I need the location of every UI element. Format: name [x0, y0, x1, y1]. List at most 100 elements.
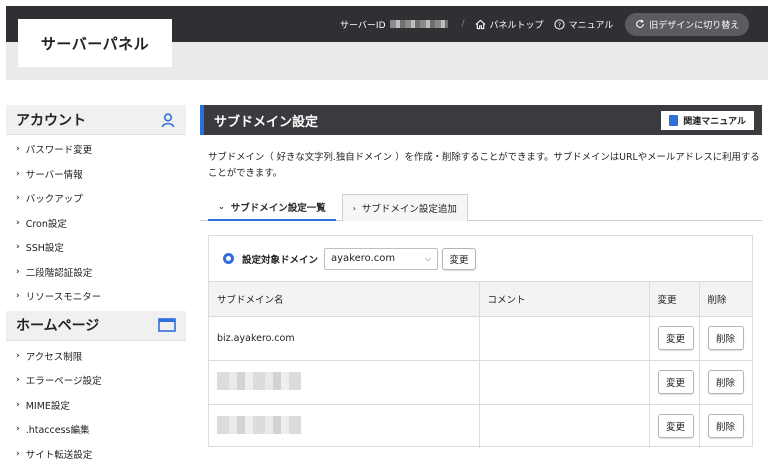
- window-icon: [158, 318, 176, 332]
- sidebar-item-label: SSH設定: [25, 243, 64, 255]
- subdomain-comment: [478, 316, 649, 361]
- delete-cell: 削除: [698, 360, 752, 405]
- delete-cell: 削除: [698, 404, 752, 448]
- nav-manual[interactable]: ? マニュアル: [553, 18, 614, 31]
- chevron-right-icon: ›: [16, 242, 20, 253]
- delete-button[interactable]: 削除: [707, 414, 744, 439]
- edit-cell: 変更: [648, 360, 699, 405]
- logo[interactable]: サーバーパネル: [18, 19, 172, 67]
- sidebar: アカウント › パスワード変更 › サーバー情報 › バックアップ › Cron設定 ›…: [6, 105, 186, 466]
- edit-button[interactable]: 変更: [657, 370, 694, 394]
- sidebar-item-label: パスワード変更: [25, 145, 93, 157]
- sidebar-item-ssh[interactable]: › SSH設定: [6, 235, 186, 260]
- subdomain-name: biz.ayakero.com: [209, 316, 479, 361]
- domain-select[interactable]: ayakero.com ⌵: [324, 247, 439, 270]
- chevron-right-icon: ›: [16, 448, 20, 459]
- chevron-right-icon: ›: [16, 291, 20, 302]
- sidebar-item-label: サーバー情報: [25, 169, 83, 181]
- subdomain-comment: [478, 404, 649, 448]
- column-header-subdomain: サブドメイン名: [209, 282, 479, 317]
- tab-subdomain-list[interactable]: ⌄ サブドメイン設定一覧: [208, 194, 336, 221]
- sidebar-item-site-redirect[interactable]: › サイト転送設定: [6, 442, 186, 467]
- blurred-text: [217, 371, 301, 390]
- chevron-right-icon: ›: [16, 399, 20, 410]
- chevron-right-icon: ›: [16, 193, 20, 204]
- home-icon: [475, 19, 485, 29]
- sidebar-section-title: ホームページ: [16, 318, 100, 334]
- subdomain-comment: [478, 360, 649, 405]
- sidebar-item-label: サイト転送設定: [25, 449, 93, 461]
- book-icon: [669, 114, 679, 126]
- related-manual-label: 関連マニュアル: [683, 116, 746, 127]
- subdomain-name-masked: [209, 360, 479, 405]
- sidebar-item-mime[interactable]: › MIME設定: [6, 393, 186, 418]
- user-icon: [161, 112, 175, 127]
- table-row: 変更 削除: [209, 404, 752, 448]
- sidebar-item-cron[interactable]: › Cron設定: [6, 211, 186, 236]
- page-description: サブドメイン（ 好きな文字列.独自ドメイン ）を作成・削除することができます。サ…: [208, 152, 760, 179]
- top-nav: サーバーID / パネルトップ ? マニュアル 旧デザインに切り替え: [340, 6, 750, 42]
- delete-button[interactable]: 削除: [707, 326, 744, 350]
- column-header-comment: コメント: [478, 282, 649, 317]
- chevron-right-icon: ›: [16, 266, 20, 277]
- subdomain-panel: 設定対象ドメイン ayakero.com ⌵ 変更 サブドメイン名 コメント 変…: [208, 235, 753, 448]
- main-content: サブドメイン設定 関連マニュアル サブドメイン（ 好きな文字列.独自ドメイン ）…: [200, 105, 762, 448]
- server-id-label: サーバーID: [340, 20, 386, 31]
- nav-manual-label: マニュアル: [568, 20, 614, 31]
- chevron-right-icon: ›: [16, 350, 20, 361]
- sidebar-item-label: .htaccess編集: [25, 425, 90, 437]
- sidebar-item-label: 二段階認証設定: [25, 267, 93, 279]
- chevron-right-icon: ›: [16, 217, 20, 228]
- nav-panel-top[interactable]: パネルトップ: [475, 18, 544, 31]
- sidebar-section-account: アカウント: [6, 105, 186, 135]
- blurred-text: [217, 415, 301, 434]
- nav-panel-top-label: パネルトップ: [489, 20, 544, 31]
- sidebar-item-label: リソースモニター: [25, 292, 102, 304]
- tab-label: サブドメイン設定追加: [361, 204, 457, 215]
- tab-subdomain-add[interactable]: › サブドメイン設定追加: [341, 194, 468, 221]
- radio-icon: [223, 253, 234, 264]
- table-row: 変更 削除: [209, 360, 752, 405]
- table-header-row: サブドメイン名 コメント 変更 削除: [209, 282, 752, 317]
- domain-selector-label: 設定対象ドメイン: [242, 254, 319, 266]
- old-design-button[interactable]: 旧デザインに切り替え: [625, 12, 750, 36]
- column-header-edit: 変更: [648, 282, 699, 317]
- edit-cell: 変更: [648, 404, 699, 448]
- sidebar-item-2fa[interactable]: › 二段階認証設定: [6, 260, 186, 285]
- related-manual-button[interactable]: 関連マニュアル: [661, 110, 754, 130]
- edit-button[interactable]: 変更: [657, 414, 694, 439]
- server-id-value-masked: [389, 20, 448, 28]
- sidebar-item-htaccess[interactable]: › .htaccess編集: [6, 417, 186, 442]
- chevron-down-icon: ⌵: [424, 253, 432, 263]
- sidebar-item-error-page[interactable]: › エラーページ設定: [6, 368, 186, 393]
- delete-cell: 削除: [698, 316, 752, 361]
- sidebar-item-access-limit[interactable]: › アクセス制限: [6, 344, 186, 369]
- tab-label: サブドメイン設定一覧: [230, 202, 326, 214]
- sidebar-item-label: アクセス制限: [25, 351, 83, 363]
- delete-button[interactable]: 削除: [707, 370, 744, 394]
- chevron-down-icon: ⌄: [218, 202, 225, 211]
- refresh-icon: [636, 19, 645, 28]
- column-header-delete: 削除: [698, 282, 752, 317]
- sidebar-item-server-info[interactable]: › サーバー情報: [6, 162, 186, 187]
- section-header: サブドメイン設定 関連マニュアル: [200, 105, 762, 135]
- sidebar-item-backup[interactable]: › バックアップ: [6, 186, 186, 211]
- chevron-right-icon: ›: [352, 203, 356, 213]
- sidebar-item-password[interactable]: › パスワード変更: [6, 137, 186, 162]
- chevron-right-icon: ›: [16, 168, 20, 179]
- sidebar-section-title: アカウント: [16, 112, 86, 129]
- subdomain-name-masked: [209, 404, 479, 448]
- edit-button[interactable]: 変更: [657, 326, 694, 350]
- domain-selector-row: 設定対象ドメイン ayakero.com ⌵ 変更: [209, 236, 752, 282]
- edit-cell: 変更: [648, 316, 699, 361]
- table-row: biz.ayakero.com 変更 削除: [209, 316, 752, 361]
- nav-separator: /: [461, 19, 465, 29]
- old-design-label: 旧デザインに切り替え: [649, 20, 740, 31]
- chevron-right-icon: ›: [16, 144, 20, 155]
- chevron-right-icon: ›: [16, 424, 20, 435]
- tab-bar: ⌄ サブドメイン設定一覧 › サブドメイン設定追加: [200, 194, 762, 221]
- sidebar-item-resource-monitor[interactable]: › リソースモニター: [6, 284, 186, 309]
- sidebar-item-label: バックアップ: [25, 194, 83, 206]
- sidebar-item-label: Cron設定: [25, 218, 67, 230]
- change-domain-button[interactable]: 変更: [442, 247, 477, 270]
